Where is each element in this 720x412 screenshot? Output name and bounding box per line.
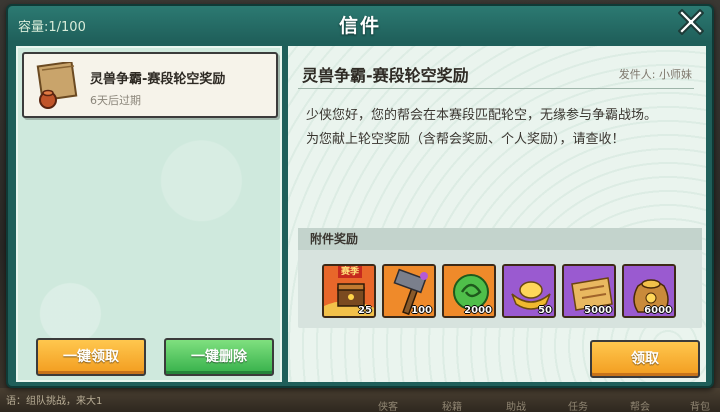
season-tag: 赛季	[338, 266, 363, 278]
background-nav-item: 助战	[506, 402, 526, 412]
mail-item-title: 灵兽争霸-赛段轮空奖励	[90, 72, 226, 87]
mail-detail: 灵兽争霸-赛段轮空奖励 发件人: 小师妹 少侠您好，您的帮会在本赛段匹配轮空，无…	[288, 46, 706, 382]
detail-body-line: 少侠您好，您的帮会在本赛段匹配轮空，无缘参与争霸战场。	[306, 108, 658, 123]
reward-count: 2000	[464, 305, 492, 316]
reward-slot[interactable]: 50	[502, 264, 556, 318]
mail-list-item[interactable]: 灵兽争霸-赛段轮空奖励 6天后过期	[22, 52, 278, 118]
detail-body-line: 为您献上轮空奖励（含帮会奖励、个人奖励），请查收！	[306, 132, 625, 147]
reward-count: 25	[358, 305, 372, 316]
window-title: 信件	[338, 15, 381, 37]
reward-count: 100	[411, 305, 432, 316]
background-nav-item: 侠客	[378, 402, 398, 412]
mail-item-expire: 6天后过期	[90, 94, 141, 107]
reward-slot[interactable]: 5000	[562, 264, 616, 318]
detail-sender: 发件人: 小师妹	[618, 68, 692, 81]
reward-slot[interactable]: 2000	[442, 264, 496, 318]
claim-all-button[interactable]: 一键领取	[36, 338, 146, 376]
close-icon	[678, 9, 704, 35]
background-chat-text: 语：组队挑战，来大1	[6, 396, 103, 407]
background-nav-item: 秘籍	[442, 402, 462, 412]
mail-list[interactable]: 灵兽争霸-赛段轮空奖励 6天后过期 一键领取 一键删除	[16, 46, 282, 382]
reward-slot[interactable]: 100	[382, 264, 436, 318]
reward-slot[interactable]: 赛季 25	[322, 264, 376, 318]
reward-count: 6000	[644, 305, 672, 316]
divider	[298, 88, 694, 89]
mail-window: 容量:1/100 信件 灵兽争霸-赛段轮空奖励 6天后过期 一键领取 一键删除	[6, 4, 714, 388]
background-bottom-bar	[0, 388, 720, 412]
delete-all-button[interactable]: 一键删除	[164, 338, 274, 376]
close-button[interactable]	[674, 4, 708, 38]
claim-button[interactable]: 领取	[590, 340, 700, 378]
detail-body: 少侠您好，您的帮会在本赛段匹配轮空，无缘参与争霸战场。 为您献上轮空奖励（含帮会…	[306, 104, 686, 152]
attachment-header: 附件奖励	[298, 228, 702, 250]
attachment-box: 附件奖励 赛季 25 100 2000 50 5000 6000	[298, 228, 702, 328]
reward-slot[interactable]: 6000	[622, 264, 676, 318]
mail-envelope-icon	[34, 60, 80, 110]
detail-title: 灵兽争霸-赛段轮空奖励	[302, 66, 469, 85]
reward-count: 5000	[584, 305, 612, 316]
background-nav-item: 背包	[690, 402, 710, 412]
title-bar: 容量:1/100 信件	[8, 6, 712, 42]
background-nav-item: 任务	[568, 402, 588, 412]
reward-count: 50	[538, 305, 552, 316]
background-nav-item: 帮会	[630, 402, 650, 412]
